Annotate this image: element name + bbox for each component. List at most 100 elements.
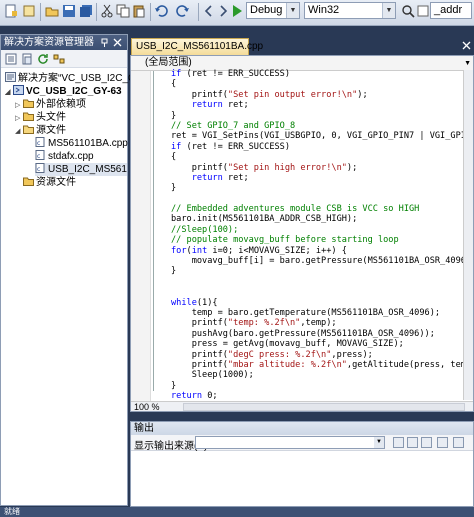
- view-class-diagram-icon[interactable]: [53, 53, 65, 65]
- tree-file-usb-i2c[interactable]: c USB_I2C_MS56110: [35, 163, 127, 176]
- tree-file-usb-i2c-label: USB_I2C_MS56110: [48, 164, 127, 175]
- output-toolbar: 显示输出来源(S): ▼: [131, 435, 473, 452]
- find-message-icon[interactable]: [393, 437, 404, 448]
- expand-icon[interactable]: ▷: [15, 99, 23, 111]
- code-text[interactable]: if (ret != ERR_SUCCESS){ printf("Set pin…: [171, 69, 474, 411]
- svg-text:c: c: [37, 140, 40, 147]
- outline-line: [153, 71, 154, 391]
- save-all-icon[interactable]: [79, 4, 93, 18]
- show-all-files-icon[interactable]: [21, 53, 33, 65]
- configuration-value: Debug: [250, 4, 283, 16]
- vertical-scrollbar[interactable]: [463, 70, 473, 400]
- code-line: }: [171, 266, 177, 277]
- pin-icon[interactable]: [100, 38, 109, 47]
- code-line: if (ret != ERR_SUCCESS): [171, 141, 291, 152]
- tree-folder-sources-label: 源文件: [36, 125, 66, 136]
- close-icon[interactable]: [113, 38, 122, 47]
- cut-icon[interactable]: [100, 4, 114, 18]
- code-line: printf("Set pin output error!\n");: [171, 89, 368, 100]
- next-message-icon[interactable]: [421, 437, 432, 448]
- code-line: movavg_buff[i] = baro.getPressure(MS5611…: [171, 256, 474, 267]
- output-title: 输出: [131, 422, 473, 435]
- code-line: baro.init(MS561101BA_ADDR_CSB_HIGH);: [171, 214, 358, 225]
- code-line: return ret;: [191, 172, 249, 183]
- code-line: }: [171, 110, 177, 121]
- code-line: for(int i=0; i<MOVAVG_SIZE; i++) {: [171, 245, 347, 256]
- find-icon[interactable]: [416, 4, 430, 18]
- tree-project-label: VC_USB_I2C_GY-63: [26, 86, 122, 97]
- tree-file-ms561101ba[interactable]: c MS561101BA.cpp: [35, 137, 128, 150]
- undo-icon[interactable]: [154, 4, 168, 18]
- code-line: ​: [171, 194, 473, 204]
- scope-value: (全局范围): [145, 57, 192, 68]
- code-line: ​: [171, 277, 473, 287]
- tree-folder-resources-label: 资源文件: [36, 177, 76, 188]
- cpp-file-icon: c: [35, 137, 45, 147]
- code-editor[interactable]: (全局范围) ▼ if (ret != ERR_SUCCESS){ printf…: [130, 55, 474, 412]
- code-line: return ret;: [191, 100, 249, 111]
- svg-text:c: c: [37, 166, 40, 173]
- code-line: Sleep(1000);: [171, 370, 254, 381]
- output-source-dropdown[interactable]: ▼: [195, 436, 385, 449]
- solution-explorer-panel: 解决方案资源管理器 解决方案“VC_USB_I2C_GY-63 ◢ VC_USB_…: [0, 34, 156, 506]
- expand-icon[interactable]: ▷: [15, 112, 23, 124]
- close-tab-icon[interactable]: [462, 41, 471, 50]
- toggle-word-wrap-icon[interactable]: [453, 437, 464, 448]
- code-line: {: [171, 152, 177, 163]
- folder-icon: [23, 177, 34, 186]
- redo-icon[interactable]: [176, 4, 190, 18]
- tab-label: USB_I2C_MS561101BA.cpp: [136, 41, 264, 52]
- zoom-value: 100 %: [134, 402, 160, 412]
- code-line: printf("degC press: %.2f\n",press);: [171, 349, 373, 360]
- find-input[interactable]: _addr: [430, 2, 472, 19]
- start-debugging-icon[interactable]: [230, 4, 244, 18]
- platform-dropdown[interactable]: Win32 ▼: [304, 2, 396, 19]
- code-line: temp = baro.getTemperature(MS561101BA_OS…: [171, 307, 441, 318]
- refresh-icon[interactable]: [37, 53, 49, 65]
- project-icon: [13, 85, 24, 95]
- folder-icon: [23, 112, 34, 121]
- navigate-forward-icon[interactable]: [216, 4, 230, 18]
- find-in-files-icon[interactable]: [401, 4, 415, 18]
- code-line: // Set GPIO_7 and GPIO_8: [171, 120, 296, 131]
- previous-message-icon[interactable]: [407, 437, 418, 448]
- properties-icon[interactable]: [5, 53, 17, 65]
- tree-folder-sources[interactable]: ◢ 源文件: [15, 124, 66, 137]
- platform-value: Win32: [308, 4, 340, 16]
- code-line: pushAvg(baro.getPressure(MS561101BA_OSR_…: [171, 328, 435, 339]
- paste-icon[interactable]: [132, 4, 146, 18]
- chevron-down-icon: ▼: [382, 3, 395, 18]
- code-line: //Sleep(100);: [171, 224, 239, 235]
- copy-icon[interactable]: [116, 4, 130, 18]
- collapse-icon[interactable]: ◢: [15, 125, 23, 137]
- code-line: // Embedded adventures module CSB is VCC…: [171, 204, 420, 215]
- open-icon[interactable]: [45, 4, 59, 18]
- main-toolbar: Debug ▼ Win32 ▼ _addr: [0, 0, 474, 26]
- add-item-icon[interactable]: [22, 4, 36, 18]
- tree-project[interactable]: ◢ VC_USB_I2C_GY-63: [5, 85, 122, 98]
- folder-open-icon: [23, 125, 34, 134]
- configuration-dropdown[interactable]: Debug ▼: [246, 2, 300, 19]
- code-line: {: [171, 79, 177, 90]
- tab-usb-i2c-ms561101ba[interactable]: USB_I2C_MS561101BA.cpp: [131, 38, 263, 55]
- tree-folder-resources[interactable]: 资源文件: [23, 176, 76, 189]
- save-icon[interactable]: [62, 4, 76, 18]
- collapse-icon[interactable]: ◢: [5, 86, 13, 98]
- line-margin: [131, 71, 151, 401]
- tree-file-ms561101ba-label: MS561101BA.cpp: [48, 138, 128, 149]
- navigate-back-icon[interactable]: [202, 4, 216, 18]
- code-line: while(1){: [171, 297, 218, 308]
- horizontal-scrollbar[interactable]: [183, 403, 465, 411]
- tree-folder-headers-label: 头文件: [36, 112, 66, 123]
- tree-folder-external[interactable]: ▷ 外部依赖项: [15, 98, 86, 111]
- new-project-icon[interactable]: [4, 4, 18, 18]
- code-line: if (ret != ERR_SUCCESS): [171, 69, 291, 79]
- solution-icon: [5, 72, 16, 82]
- code-line: ​: [171, 287, 473, 297]
- tree-file-stdafx[interactable]: c stdafx.cpp: [35, 150, 94, 163]
- chevron-down-icon: ▼: [286, 3, 299, 18]
- tree-folder-headers[interactable]: ▷ 头文件: [15, 111, 66, 124]
- clear-all-icon[interactable]: [437, 437, 448, 448]
- folder-icon: [23, 99, 34, 108]
- cpp-file-icon: c: [35, 163, 45, 173]
